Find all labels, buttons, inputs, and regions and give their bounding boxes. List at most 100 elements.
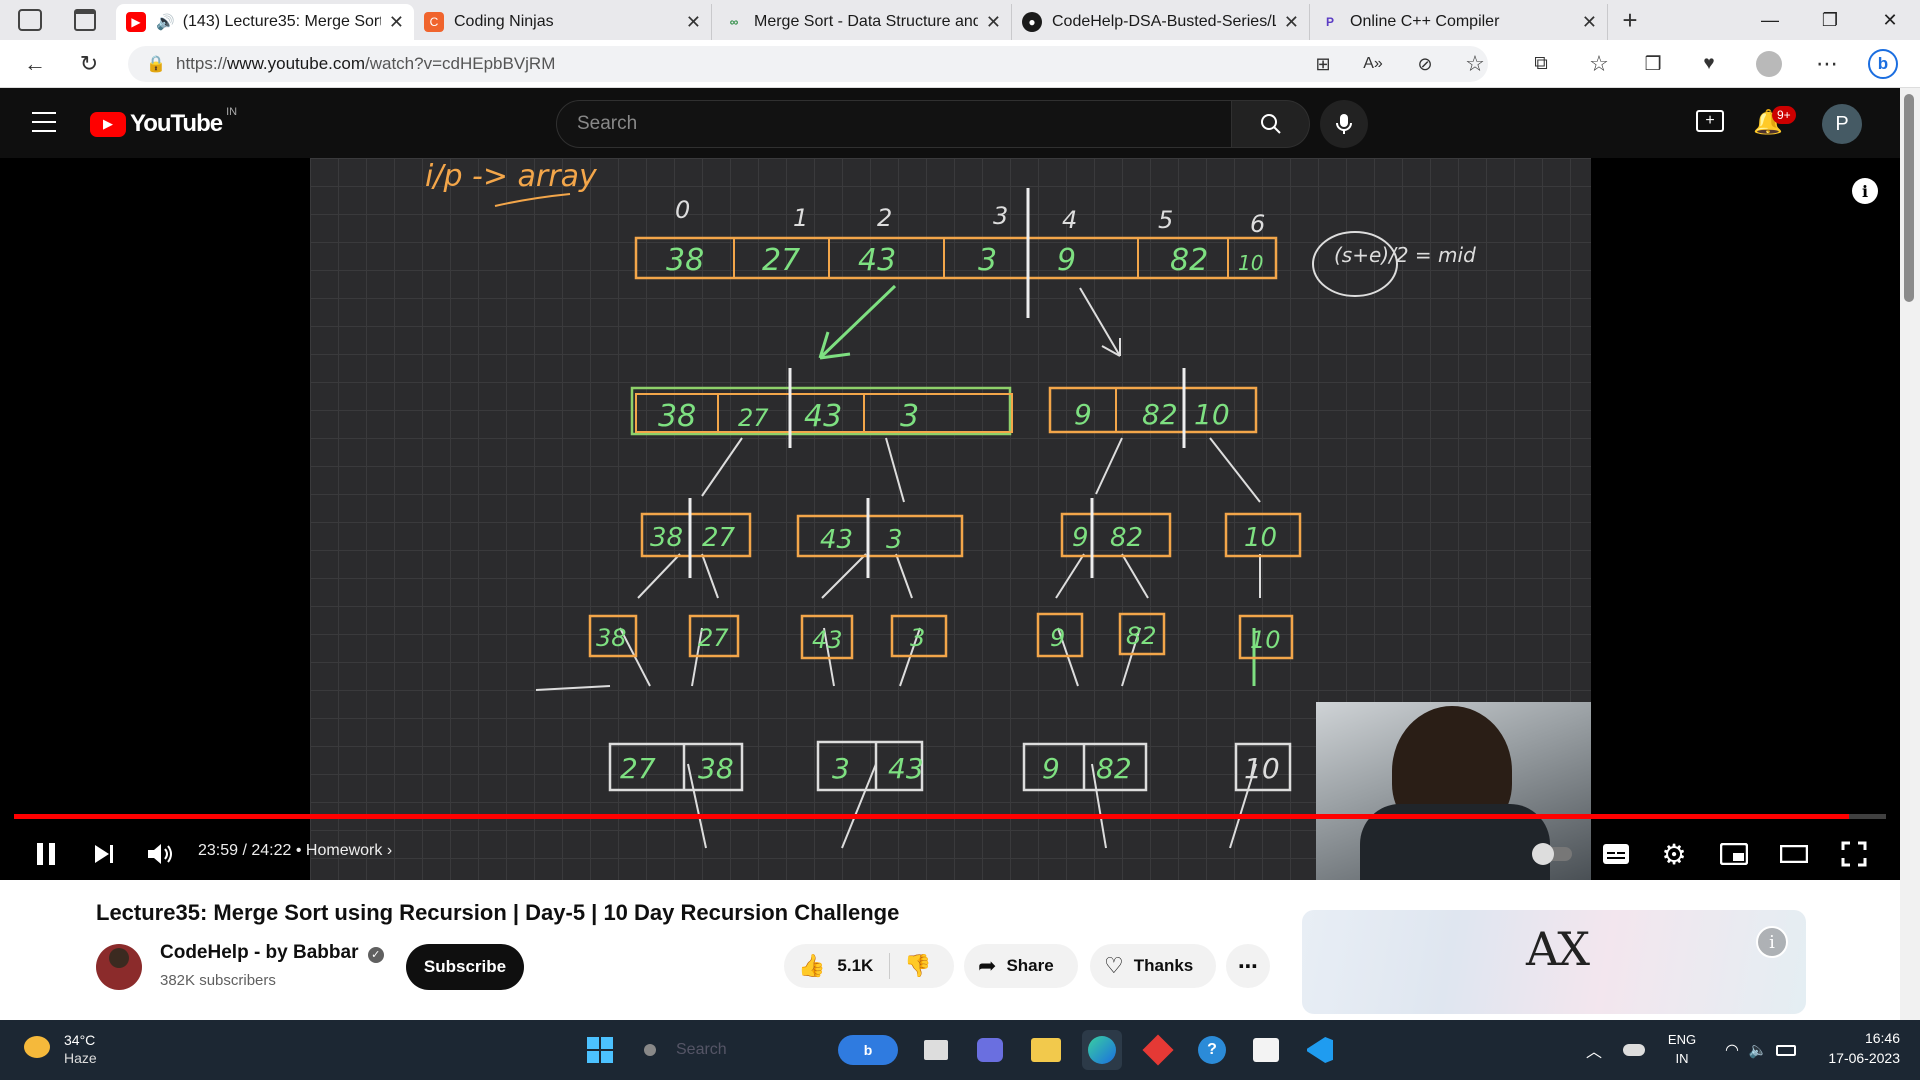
temperature: 34°C (64, 1032, 96, 1048)
array-cell: 9 (1072, 523, 1089, 553)
chapter-title[interactable]: Homework (306, 842, 382, 859)
workspaces-icon[interactable] (18, 9, 42, 31)
next-video-button[interactable] (82, 832, 126, 876)
channel-avatar[interactable] (96, 944, 142, 990)
collections-icon[interactable]: ❒ (1636, 48, 1670, 80)
browser-essentials-icon[interactable]: ♥ (1692, 48, 1726, 80)
tab-github[interactable]: ● CodeHelp-DSA-Busted-Series/Le ✕ (1012, 4, 1310, 40)
read-aloud-icon[interactable]: A» (1356, 48, 1390, 80)
microsoft-store-icon[interactable] (1246, 1030, 1286, 1070)
index-labels: 0 1 2 3 4 5 6 (675, 196, 1265, 238)
minimize-button[interactable]: — (1740, 0, 1800, 40)
coding-ninjas-icon: C (424, 12, 444, 32)
array-cell: 9 (1057, 243, 1076, 278)
close-tab-icon[interactable]: ✕ (389, 12, 404, 33)
new-tab-button[interactable]: + (1614, 4, 1646, 36)
extensions-icon[interactable]: ⧉ (1524, 48, 1558, 80)
browser-tab-strip: ▶ 🔊 (143) Lecture35: Merge Sort ✕ C Codi… (0, 0, 1920, 40)
theater-mode-button[interactable] (1772, 832, 1816, 876)
teams-chat-icon[interactable] (970, 1030, 1010, 1070)
thumbs-down-icon: 👎 (904, 953, 932, 978)
tab-coding-ninjas[interactable]: C Coding Ninjas ✕ (414, 4, 712, 40)
index-2: 2 (877, 204, 892, 232)
like-button[interactable]: 👍 5.1K (784, 944, 873, 988)
youtube-masthead: ▶ YouTube IN Search + 🔔 9+ P (0, 88, 1920, 158)
bing-taskbar-icon[interactable]: b (836, 1030, 900, 1070)
weather-widget[interactable]: 34°C Haze (18, 1028, 128, 1072)
restore-button[interactable]: ❐ (1800, 0, 1860, 40)
show-hidden-icons-chevron-icon[interactable]: ︿ (1574, 1030, 1614, 1070)
create-video-icon[interactable]: + (1696, 110, 1724, 132)
more-actions-button[interactable]: ⋯ (1226, 944, 1270, 988)
tracking-prevention-icon[interactable]: ⊘ (1408, 48, 1442, 80)
array-cell: 82 (1110, 523, 1143, 553)
level2-values: 38 27 43 3 9 82 10 (650, 523, 1277, 555)
clock[interactable]: 16:46 17-06-2023 (1810, 1030, 1900, 1066)
pause-button[interactable] (24, 832, 68, 876)
back-button[interactable]: ← (18, 48, 52, 80)
close-tab-icon[interactable]: ✕ (686, 12, 701, 33)
taskbar-search[interactable]: Search (638, 1032, 798, 1068)
audio-playing-icon[interactable]: 🔊 (156, 13, 175, 31)
region-code: IN (226, 106, 238, 118)
app-available-icon[interactable]: ⊞ (1306, 48, 1340, 80)
fullscreen-button[interactable] (1832, 832, 1876, 876)
share-button[interactable]: ➦ Share (964, 944, 1078, 988)
heading-annotation: i/p -> array (425, 159, 598, 207)
browser-toolbar: ← ↻ 🔒 https://www.youtube.com/watch?v=cd… (0, 40, 1920, 88)
ad-info-icon[interactable]: i (1756, 926, 1788, 958)
page-scrollbar-thumb[interactable] (1904, 94, 1914, 302)
youtube-logo[interactable]: ▶ YouTube IN (90, 106, 237, 138)
array-cell: 27 (702, 523, 736, 553)
task-view-icon[interactable] (916, 1030, 956, 1070)
mute-button[interactable] (138, 832, 182, 876)
close-tab-icon[interactable]: ✕ (1284, 12, 1299, 33)
get-help-icon[interactable]: ? (1192, 1030, 1232, 1070)
close-tab-icon[interactable]: ✕ (1582, 12, 1597, 33)
hamburger-menu-icon[interactable] (32, 112, 56, 132)
split-arrows (818, 284, 897, 360)
search-input[interactable]: Search (556, 100, 1232, 148)
windows-taskbar: 34°C Haze Search b ? ︿ ENG IN ◠ 🔈 16:46 … (0, 1020, 1920, 1080)
profile-icon[interactable] (1752, 48, 1786, 80)
ad-banner[interactable]: AX i (1302, 910, 1806, 1014)
onedrive-cloud-icon[interactable] (1614, 1030, 1654, 1070)
voice-search-button[interactable] (1320, 100, 1368, 148)
file-explorer-icon[interactable] (1026, 1030, 1066, 1070)
subtitles-button[interactable] (1594, 832, 1638, 876)
tab-geeksforgeeks[interactable]: ∞ Merge Sort - Data Structure and ✕ (714, 4, 1012, 40)
thanks-button[interactable]: ♡ Thanks (1090, 944, 1216, 988)
chevron-right-icon[interactable]: › (387, 842, 392, 859)
language-indicator[interactable]: ENG IN (1664, 1032, 1700, 1066)
autoplay-toggle[interactable] (1530, 832, 1578, 876)
favorites-icon[interactable]: ☆ (1582, 48, 1616, 80)
tab-youtube[interactable]: ▶ 🔊 (143) Lecture35: Merge Sort ✕ (116, 4, 414, 40)
array-cell: 43 (820, 525, 853, 555)
search-button[interactable] (1232, 100, 1310, 148)
more-menu-icon[interactable]: ⋯ (1810, 48, 1844, 80)
video-info-icon[interactable]: i (1852, 178, 1878, 204)
video-player[interactable]: i/p -> array 0 1 2 3 4 5 6 38 27 43 3 9 … (0, 158, 1900, 880)
channel-name[interactable]: CodeHelp - by Babbar ✓ (160, 942, 384, 964)
refresh-button[interactable]: ↻ (72, 48, 106, 80)
close-window-button[interactable]: ✕ (1860, 0, 1920, 40)
vscode-icon[interactable] (1300, 1030, 1340, 1070)
account-avatar[interactable]: P (1822, 104, 1862, 144)
miniplayer-button[interactable] (1712, 832, 1756, 876)
subscribe-button[interactable]: Subscribe (406, 944, 524, 990)
progress-bar[interactable] (14, 814, 1886, 819)
settings-button[interactable]: ⚙ (1652, 832, 1696, 876)
close-tab-icon[interactable]: ✕ (986, 12, 1001, 33)
edge-browser-icon[interactable] (1082, 1030, 1122, 1070)
start-button[interactable] (580, 1030, 620, 1070)
red-app-icon[interactable] (1138, 1030, 1178, 1070)
dislike-button[interactable]: 👎 (890, 944, 931, 988)
tab-programiz[interactable]: P Online C++ Compiler ✕ (1310, 4, 1608, 40)
favorite-star-icon[interactable]: ☆ (1458, 48, 1492, 80)
tab-actions-icon[interactable] (74, 9, 96, 31)
bing-copilot-icon[interactable]: b (1866, 48, 1900, 80)
level3 (588, 612, 1294, 660)
skip-next-icon (95, 845, 113, 863)
address-bar[interactable]: 🔒 https://www.youtube.com/watch?v=cdHEpb… (128, 46, 1488, 82)
battery-icon[interactable] (1766, 1030, 1806, 1070)
